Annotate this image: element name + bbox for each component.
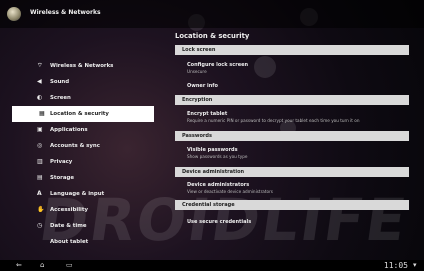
item-title: Use secure credentials xyxy=(187,219,252,225)
settings-screen: DROIDLIFE Wireless & Networks ⌔ Wireless… xyxy=(0,0,424,271)
accessibility-icon: ✋ xyxy=(37,206,45,213)
visible-passwords-item[interactable]: Visible passwords Show passwords as you … xyxy=(187,147,247,159)
configure-lock-screen-item[interactable]: Configure lock screen Unsecure xyxy=(187,62,248,74)
item-title: Device administrators xyxy=(187,182,250,188)
signal-icon: ▾ xyxy=(413,261,417,269)
settings-sidebar: ⌔ Wireless & Networks ◀ Sound ◐ Screen ▦… xyxy=(0,28,156,260)
sidebar-item-wireless[interactable]: ⌔ Wireless & Networks xyxy=(12,58,154,74)
storage-icon: ▤ xyxy=(37,174,43,181)
privacy-icon: ▥ xyxy=(37,158,43,165)
sidebar-item-label: Language & input xyxy=(50,191,105,197)
language-icon: A xyxy=(37,190,42,197)
sidebar-item-about-tablet[interactable]: About tablet xyxy=(12,234,154,250)
item-title: Visible passwords xyxy=(187,147,238,153)
item-title: Encrypt tablet xyxy=(187,111,228,117)
item-subtitle: Show passwords as you type xyxy=(187,154,248,159)
section-header-encryption: Encryption xyxy=(175,95,409,105)
item-subtitle: Require a numeric PIN or password to dec… xyxy=(187,118,360,123)
sidebar-item-sound[interactable]: ◀ Sound xyxy=(12,74,154,90)
sidebar-item-label: Location & security xyxy=(50,111,109,117)
back-icon[interactable]: ⇐ xyxy=(16,262,22,269)
system-bar: ⇐ ⌂ ▭ 11:05 ▾ xyxy=(0,260,424,271)
section-header-lock-screen: Lock screen xyxy=(175,45,409,55)
page-title: Location & security xyxy=(175,32,250,40)
screen-icon: ◐ xyxy=(37,94,43,101)
sidebar-item-accessibility[interactable]: ✋ Accessibility xyxy=(12,202,154,218)
sidebar-item-label: Sound xyxy=(50,79,70,85)
sidebar-item-location-security[interactable]: ▦ Location & security xyxy=(12,106,154,122)
item-subtitle: Unsecure xyxy=(187,69,207,74)
sync-icon: ◎ xyxy=(37,142,43,149)
sidebar-item-label: Accounts & sync xyxy=(50,143,100,149)
section-header-passwords: Passwords xyxy=(175,131,409,141)
item-subtitle: View or deactivate device administrators xyxy=(187,189,273,194)
section-header-credential-storage: Credential storage xyxy=(175,200,409,210)
home-icon[interactable]: ⌂ xyxy=(40,262,44,269)
sidebar-item-label: Date & time xyxy=(50,223,87,229)
title-bar: Wireless & Networks xyxy=(0,0,424,28)
item-title: Configure lock screen xyxy=(187,62,249,68)
app-title: Wireless & Networks xyxy=(30,9,101,16)
applications-icon: ▣ xyxy=(37,126,43,133)
wifi-icon: ⌔ xyxy=(37,62,43,69)
sidebar-item-applications[interactable]: ▣ Applications xyxy=(12,122,154,138)
device-administrators-item[interactable]: Device administrators View or deactivate… xyxy=(187,182,273,194)
sidebar-item-label: Applications xyxy=(50,127,88,133)
use-secure-credentials-item[interactable]: Use secure credentials xyxy=(187,219,251,225)
location-grid-icon: ▦ xyxy=(39,110,45,117)
sidebar-nav: ⌔ Wireless & Networks ◀ Sound ◐ Screen ▦… xyxy=(12,58,154,250)
recent-apps-icon[interactable]: ▭ xyxy=(66,262,73,269)
section-header-device-administration: Device administration xyxy=(175,167,409,177)
sidebar-item-date-time[interactable]: ◷ Date & time xyxy=(12,218,154,234)
sidebar-item-label: Accessibility xyxy=(50,207,88,213)
sidebar-item-screen[interactable]: ◐ Screen xyxy=(12,90,154,106)
sidebar-item-language-input[interactable]: A Language & input xyxy=(12,186,154,202)
clock: 11:05 xyxy=(383,261,408,270)
sidebar-item-label: Wireless & Networks xyxy=(50,63,114,69)
sidebar-item-label: Storage xyxy=(50,175,74,181)
sidebar-item-label: Screen xyxy=(50,95,71,101)
encrypt-tablet-item[interactable]: Encrypt tablet Require a numeric PIN or … xyxy=(187,111,360,123)
sidebar-item-label: Privacy xyxy=(50,159,73,165)
clock-icon: ◷ xyxy=(37,222,43,229)
sidebar-item-storage[interactable]: ▤ Storage xyxy=(12,170,154,186)
owner-info-item[interactable]: Owner info xyxy=(187,83,218,89)
sidebar-item-privacy[interactable]: ▥ Privacy xyxy=(12,154,154,170)
sidebar-item-accounts-sync[interactable]: ◎ Accounts & sync xyxy=(12,138,154,154)
speaker-icon: ◀ xyxy=(37,78,42,85)
settings-app-icon xyxy=(7,7,21,21)
sidebar-item-label: About tablet xyxy=(50,239,89,245)
background-dot xyxy=(254,56,276,78)
item-title: Owner info xyxy=(187,83,218,89)
